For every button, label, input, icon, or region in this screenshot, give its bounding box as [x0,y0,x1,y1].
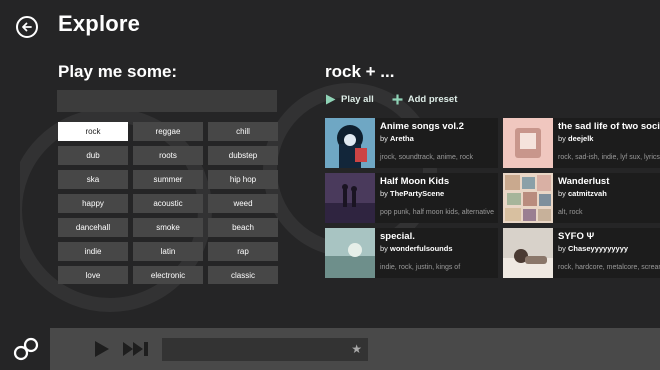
playlist-thumbnail [503,118,553,168]
playlist-tags: alt, rock [558,209,583,216]
genre-search-input[interactable] [57,90,277,112]
playlist-author: by wonderfulsounds [380,244,453,253]
playlist-thumbnail [325,118,375,168]
genre-tile-roots[interactable]: roots [133,146,203,165]
playlist-list: Anime songs vol.2 by Aretha jrock, soundtr… [325,118,660,278]
genre-tile-dancehall[interactable]: dancehall [58,218,128,237]
action-bar: Play all Add preset [325,94,457,105]
playlist-title: Anime songs vol.2 [380,121,464,132]
genre-tile-indie[interactable]: indie [58,242,128,261]
playlist-title: special. [380,231,415,242]
playlist-author: by deejelk [558,134,594,143]
back-button[interactable] [16,16,38,38]
playlist-card[interactable]: SYFO Ψ by Chaseyyyyyyyyy rock, hardcore, m… [503,228,660,278]
playlist-card[interactable]: Half Moon Kids by ThePartyScene pop punk, … [325,173,498,223]
genre-tile-dubstep[interactable]: dubstep [208,146,278,165]
playlist-author: by Chaseyyyyyyyyy [558,244,629,253]
playlist-tags: rock, hardcore, metalcore, screamo [558,264,660,271]
genre-tile-chill[interactable]: chill [208,122,278,141]
play-all-label: Play all [341,94,374,105]
play-me-some-heading: Play me some: [58,62,178,81]
playlist-tags: rock, sad-ish, indie, lyf sux, lyrics [558,154,660,161]
playlist-author: by catmitzvah [558,189,607,198]
genre-tile-latin[interactable]: latin [133,242,203,261]
playlist-title: Wanderlust [558,176,610,187]
player-bar: ★ [50,328,660,370]
playlist-card[interactable]: the sad life of two socials by deejelk roc… [503,118,660,168]
genre-tile-happy[interactable]: happy [58,194,128,213]
genre-tile-smoke[interactable]: smoke [133,218,203,237]
playlist-card[interactable]: Anime songs vol.2 by Aretha jrock, soundtr… [325,118,498,168]
plus-icon [392,94,403,105]
playlist-thumbnail [503,173,553,223]
genre-tile-hip-hop[interactable]: hip hop [208,170,278,189]
genre-tile-weed[interactable]: weed [208,194,278,213]
playlist-tags: pop punk, half moon kids, alternative [380,209,495,216]
play-icon [326,94,336,105]
now-playing-bar[interactable]: ★ [162,338,368,361]
playlist-author: by Aretha [380,134,414,143]
add-preset-label: Add preset [407,94,458,105]
playlist-thumbnail [325,173,375,223]
genre-tile-rock[interactable]: rock [58,122,128,141]
genre-tile-acoustic[interactable]: acoustic [133,194,203,213]
genre-list: rock reggae chill dub roots dubstep ska summer h… [58,122,278,284]
genre-tile-ska[interactable]: ska [58,170,128,189]
playlist-title: Half Moon Kids [380,176,450,187]
add-preset-button[interactable]: Add preset [392,94,458,105]
playlist-thumbnail [503,228,553,278]
selection-heading: rock + ... [325,62,395,81]
playlist-title: SYFO Ψ [558,231,595,242]
star-icon[interactable]: ★ [351,342,362,356]
playlist-tags: jrock, soundtrack, anime, rock [380,154,473,161]
playlist-thumbnail [325,228,375,278]
app-logo-icon [13,337,39,361]
arrow-left-icon [22,22,32,32]
playlist-tags: indie, rock, justin, kings of [380,264,461,271]
playlist-title: the sad life of two socials [558,121,660,132]
genre-tile-summer[interactable]: summer [133,170,203,189]
genre-tile-electronic[interactable]: electronic [133,266,203,284]
playlist-card[interactable]: special. by wonderfulsounds indie, rock, j… [325,228,498,278]
page-title: Explore [58,11,141,36]
genre-tile-rap[interactable]: rap [208,242,278,261]
genre-tile-reggae[interactable]: reggae [133,122,203,141]
play-button[interactable] [94,340,110,358]
playlist-author: by ThePartyScene [380,189,445,198]
genre-tile-dub[interactable]: dub [58,146,128,165]
genre-tile-love[interactable]: love [58,266,128,284]
genre-tile-beach[interactable]: beach [208,218,278,237]
next-track-button[interactable] [122,341,150,357]
playlist-card[interactable]: Wanderlust by catmitzvah alt, rock [503,173,660,223]
play-all-button[interactable]: Play all [325,94,374,105]
genre-tile-classic[interactable]: classic [208,266,278,284]
